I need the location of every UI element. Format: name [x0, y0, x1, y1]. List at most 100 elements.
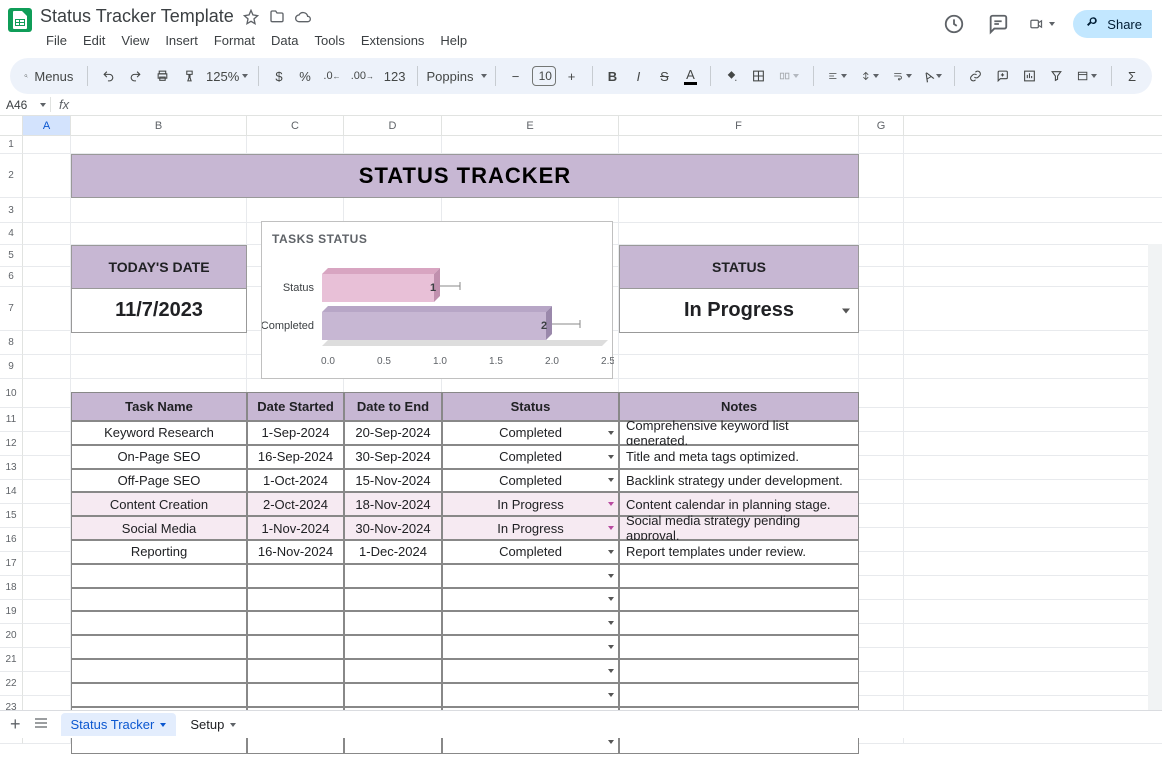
table-cell[interactable]: [71, 659, 247, 683]
chart[interactable]: TASKS STATUS 1 2 Status Co: [261, 221, 613, 379]
undo-button[interactable]: [98, 64, 119, 88]
merge-button[interactable]: [775, 64, 803, 88]
history-icon[interactable]: [941, 11, 967, 37]
column-header-B[interactable]: B: [71, 116, 247, 135]
table-cell[interactable]: 18-Nov-2024: [344, 492, 442, 516]
table-cell[interactable]: 16-Nov-2024: [247, 540, 344, 564]
font-size-input[interactable]: 10: [532, 66, 556, 86]
menu-format[interactable]: Format: [208, 29, 261, 52]
more-formats-button[interactable]: 123: [382, 65, 408, 88]
date-card-value[interactable]: 11/7/2023: [71, 289, 247, 333]
table-cell[interactable]: [619, 635, 859, 659]
sheet-tab[interactable]: Setup: [180, 713, 246, 736]
valign-button[interactable]: [857, 65, 884, 87]
currency-button[interactable]: $: [269, 65, 289, 88]
table-cell[interactable]: [344, 635, 442, 659]
table-cell[interactable]: Content Creation: [71, 492, 247, 516]
table-cell[interactable]: 30-Nov-2024: [344, 516, 442, 540]
table-header[interactable]: Date Started: [247, 392, 344, 421]
link-button[interactable]: [965, 64, 986, 88]
status-cell[interactable]: Completed: [442, 445, 619, 469]
table-cell[interactable]: 20-Sep-2024: [344, 421, 442, 445]
row-header-14[interactable]: 14: [0, 480, 23, 504]
column-header-F[interactable]: F: [619, 116, 859, 135]
status-cell[interactable]: [442, 659, 619, 683]
redo-button[interactable]: [125, 64, 146, 88]
column-header-G[interactable]: G: [859, 116, 904, 135]
borders-button[interactable]: [748, 64, 769, 88]
formula-input[interactable]: [77, 94, 1162, 115]
status-cell[interactable]: [442, 588, 619, 612]
table-cell[interactable]: [619, 683, 859, 707]
table-cell[interactable]: Off-Page SEO: [71, 469, 247, 493]
row-header-13[interactable]: 13: [0, 456, 23, 480]
table-header[interactable]: Status: [442, 392, 619, 421]
menu-file[interactable]: File: [40, 29, 73, 52]
print-button[interactable]: [152, 64, 173, 88]
row-header-10[interactable]: 10: [0, 379, 23, 408]
status-card-value[interactable]: In Progress: [619, 289, 859, 333]
table-cell[interactable]: [619, 611, 859, 635]
table-cell[interactable]: Reporting: [71, 540, 247, 564]
table-cell[interactable]: 16-Sep-2024: [247, 445, 344, 469]
strike-button[interactable]: S: [654, 65, 674, 88]
table-cell[interactable]: 2-Oct-2024: [247, 492, 344, 516]
share-button[interactable]: Share: [1073, 10, 1152, 38]
move-icon[interactable]: [268, 8, 286, 26]
table-cell[interactable]: [619, 588, 859, 612]
table-cell[interactable]: [71, 611, 247, 635]
table-cell[interactable]: [247, 659, 344, 683]
increase-decimal-button[interactable]: .00→: [349, 66, 376, 86]
menu-tools[interactable]: Tools: [308, 29, 350, 52]
comment-icon[interactable]: [985, 11, 1011, 37]
table-cell[interactable]: 1-Oct-2024: [247, 469, 344, 493]
row-header-17[interactable]: 17: [0, 552, 23, 576]
zoom-dropdown[interactable]: 125%: [206, 67, 248, 86]
row-header-19[interactable]: 19: [0, 600, 23, 624]
row-header-3[interactable]: 3: [0, 198, 23, 223]
table-cell[interactable]: [344, 611, 442, 635]
row-header-2[interactable]: 2: [0, 154, 23, 198]
row-header-22[interactable]: 22: [0, 672, 23, 696]
table-cell[interactable]: [247, 588, 344, 612]
table-cell[interactable]: 1-Sep-2024: [247, 421, 344, 445]
column-header-C[interactable]: C: [247, 116, 344, 135]
row-header-16[interactable]: 16: [0, 528, 23, 552]
font-size-increase[interactable]: +: [562, 65, 582, 88]
table-cell[interactable]: [247, 635, 344, 659]
table-cell[interactable]: [619, 564, 859, 588]
cloud-icon[interactable]: [294, 8, 312, 26]
table-cell[interactable]: Social Media: [71, 516, 247, 540]
menu-data[interactable]: Data: [265, 29, 304, 52]
wrap-button[interactable]: [889, 65, 916, 87]
column-header-D[interactable]: D: [344, 116, 442, 135]
row-header-8[interactable]: 8: [0, 331, 23, 355]
row-header-21[interactable]: 21: [0, 648, 23, 672]
bold-button[interactable]: B: [602, 65, 622, 88]
table-cell[interactable]: [247, 564, 344, 588]
insert-chart-button[interactable]: [1019, 64, 1040, 88]
status-cell[interactable]: In Progress: [442, 492, 619, 516]
row-header-6[interactable]: 6: [0, 267, 23, 287]
table-cell[interactable]: [71, 564, 247, 588]
table-cell[interactable]: 15-Nov-2024: [344, 469, 442, 493]
decrease-decimal-button[interactable]: .0←: [321, 66, 343, 86]
row-header-18[interactable]: 18: [0, 576, 23, 600]
row-header-7[interactable]: 7: [0, 287, 23, 331]
table-cell[interactable]: Comprehensive keyword list generated.: [619, 421, 859, 445]
table-cell[interactable]: 1-Nov-2024: [247, 516, 344, 540]
table-cell[interactable]: Keyword Research: [71, 421, 247, 445]
table-header[interactable]: Task Name: [71, 392, 247, 421]
status-cell[interactable]: In Progress: [442, 516, 619, 540]
table-cell[interactable]: Social media strategy pending approval.: [619, 516, 859, 540]
table-cell[interactable]: [247, 611, 344, 635]
status-cell[interactable]: [442, 564, 619, 588]
insert-comment-button[interactable]: [992, 64, 1013, 88]
menu-edit[interactable]: Edit: [77, 29, 111, 52]
table-header[interactable]: Notes: [619, 392, 859, 421]
name-box[interactable]: A46: [0, 98, 50, 112]
table-cell[interactable]: [247, 683, 344, 707]
row-header-12[interactable]: 12: [0, 432, 23, 456]
table-cell[interactable]: [344, 564, 442, 588]
menu-extensions[interactable]: Extensions: [355, 29, 431, 52]
